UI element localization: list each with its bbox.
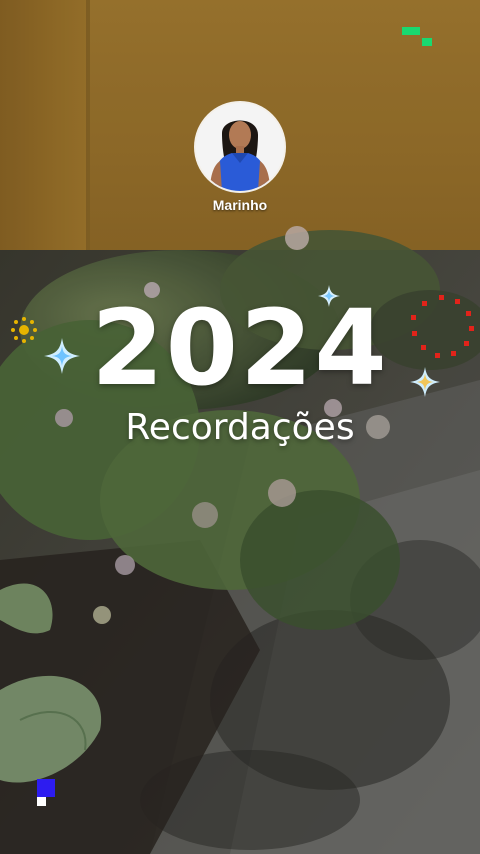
green-pixel-blocks-icon [402,27,432,46]
story-screen[interactable]: Marinho 2024 Recordações [0,0,480,854]
profile-name[interactable]: Marinho [0,197,480,213]
profile-avatar[interactable] [196,103,284,191]
story-subtitle: Recordações [125,407,355,448]
story-year: 2024 [91,287,389,409]
blue-pixel-blocks-icon [37,779,55,806]
